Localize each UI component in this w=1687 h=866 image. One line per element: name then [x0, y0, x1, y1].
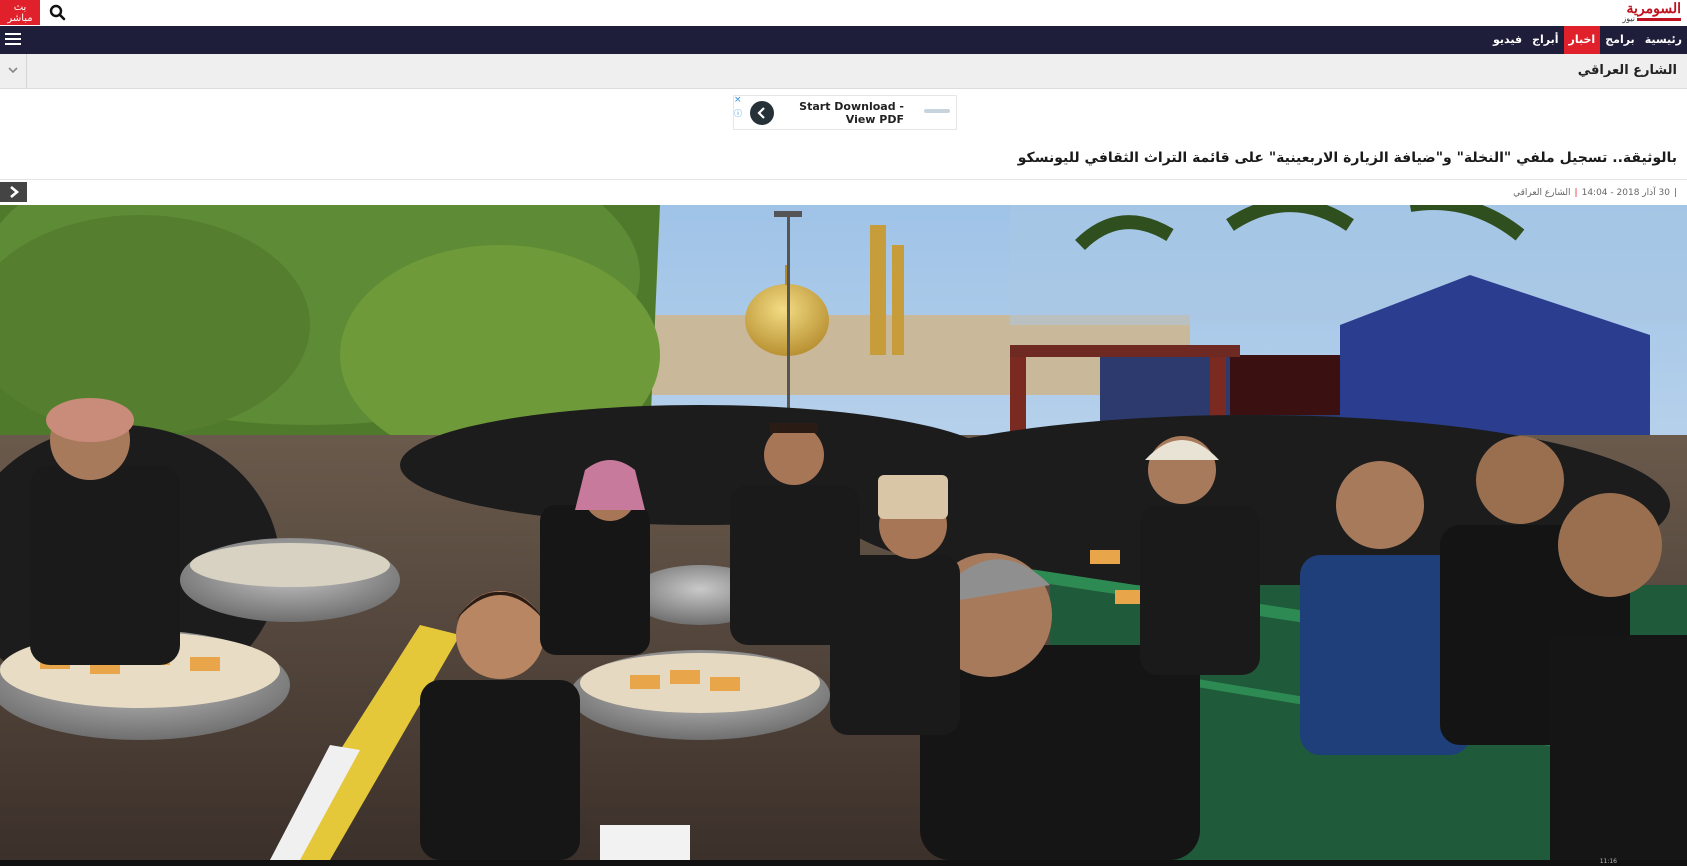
nav-item-news[interactable]: اخبار: [1563, 26, 1601, 54]
taskbar-clock: 11:16: [1599, 858, 1617, 865]
ad-banner[interactable]: × ⓘ Start Download - View PDF: [733, 95, 957, 130]
ad-text[interactable]: Start Download - View PDF: [794, 100, 904, 126]
search-icon[interactable]: [48, 3, 68, 23]
article-category[interactable]: الشارع العراقي: [1513, 188, 1570, 198]
ad-info-icon[interactable]: ⓘ: [734, 108, 742, 119]
divider: [0, 179, 1687, 180]
live-button[interactable]: بث مباشر: [0, 0, 40, 25]
logo-accent: [1637, 18, 1681, 21]
article-meta: | 30 آذار 2018 - 14:04 | الشارع العراقي: [1513, 188, 1677, 198]
top-bar: بث مباشر السومرية نيوز: [0, 0, 1687, 27]
article-date: 30 آذار 2018 - 14:04: [1581, 188, 1670, 198]
taskbar: 11:16: [0, 858, 1687, 866]
nav-item-video[interactable]: فيديو: [1488, 26, 1527, 54]
nav-item-horoscopes[interactable]: أبراج: [1527, 26, 1563, 54]
main-nav: رئيسية برامج اخبار أبراج فيديو: [0, 26, 1687, 54]
article-photo: [0, 205, 1687, 860]
nav-item-home[interactable]: رئيسية: [1640, 26, 1687, 54]
site-logo[interactable]: السومرية نيوز: [1581, 1, 1681, 25]
logo-sub: نيوز: [1622, 14, 1635, 23]
section-bar: الشارع العراقي: [0, 54, 1687, 89]
nav-item-programs[interactable]: برامج: [1600, 26, 1639, 54]
ad-close-icon[interactable]: ×: [734, 96, 742, 105]
ad-logo: [924, 108, 950, 116]
article-headline: بالوثيقة.. تسجيل ملفي "النخلة" و"ضيافة ا…: [1017, 150, 1677, 166]
ad-arrow-icon[interactable]: [750, 101, 774, 125]
meta-separator: |: [1673, 188, 1677, 198]
nav-items: رئيسية برامج اخبار أبراج فيديو: [1488, 26, 1687, 54]
hamburger-menu-icon[interactable]: [5, 33, 21, 47]
chevron-down-icon[interactable]: [0, 54, 27, 88]
meta-separator: |: [1574, 188, 1578, 198]
section-title[interactable]: الشارع العراقي: [1578, 63, 1677, 78]
next-arrow-button[interactable]: [0, 182, 27, 202]
